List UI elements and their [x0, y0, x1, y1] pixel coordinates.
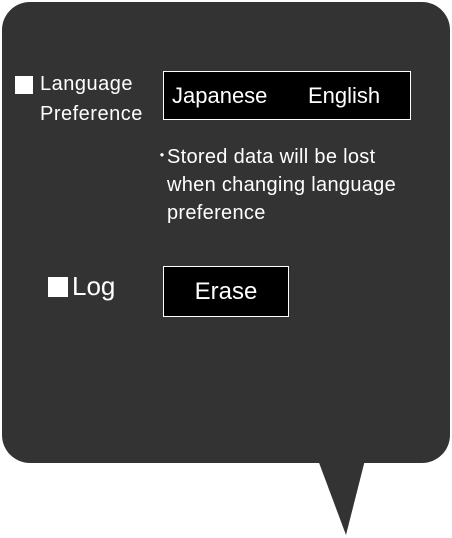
language-section-bullet-icon [15, 76, 33, 94]
log-section-bullet-icon [48, 277, 68, 297]
language-option-english[interactable]: English [308, 72, 380, 119]
note-bullet: ・ [154, 148, 171, 165]
language-change-warning: ・ Stored data will be lost when changing… [154, 143, 396, 227]
language-option-japanese[interactable]: Japanese [172, 72, 267, 119]
log-label: Log [72, 271, 116, 301]
language-selector: Japanese English [163, 71, 411, 120]
erase-log-button[interactable]: Erase [163, 266, 289, 317]
language-preference-label: Language Preference [40, 73, 143, 125]
